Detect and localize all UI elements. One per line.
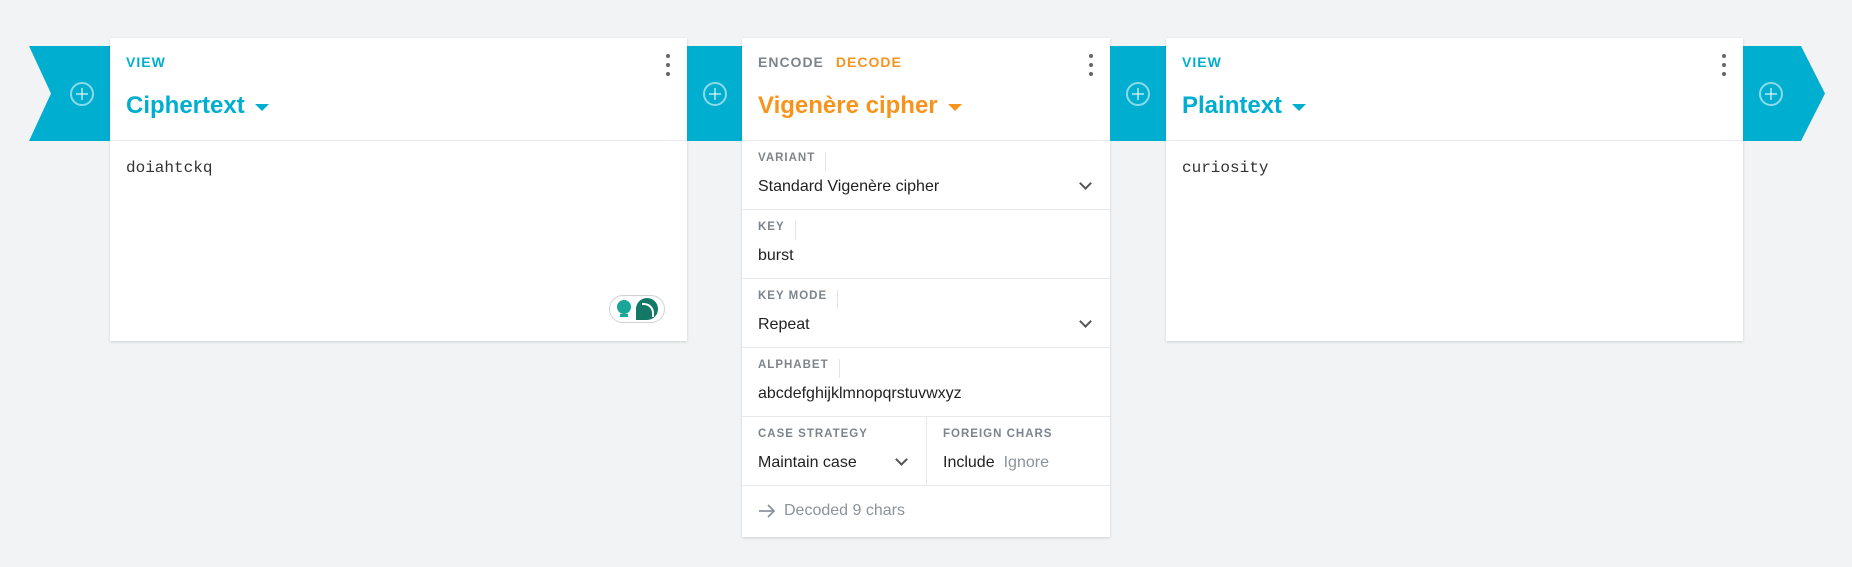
- variant-value: Standard Vigenère cipher: [758, 178, 940, 195]
- card-title: Vigenère cipher: [758, 92, 938, 119]
- alphabet-value[interactable]: abcdefghijklmnopqrstuvwxyz: [758, 385, 962, 403]
- card-label: VIEW: [1182, 54, 1222, 70]
- chevron-down-icon: [1079, 177, 1092, 190]
- key-mode-label: KEY MODE: [758, 290, 839, 309]
- caret-down-icon: [1292, 104, 1307, 111]
- add-operation-button-1[interactable]: [702, 81, 727, 106]
- plaintext-card-header: VIEW Plaintext: [1166, 38, 1743, 141]
- plaintext-card: VIEW Plaintext curiosity: [1166, 38, 1743, 341]
- chat-bubble-icon: [636, 298, 658, 320]
- ciphertext-content[interactable]: doiahtckq: [110, 141, 687, 195]
- cipher-card-header: ENCODE DECODE Vigenère cipher: [742, 38, 1110, 141]
- foreign-chars-ignore[interactable]: Ignore: [1004, 454, 1049, 472]
- key-label: KEY: [758, 221, 796, 240]
- lightbulb-icon: [616, 300, 632, 318]
- case-strategy-label: CASE STRATEGY: [758, 428, 868, 440]
- card-label: VIEW: [126, 54, 166, 70]
- key-mode-value: Repeat: [758, 316, 810, 333]
- foreign-chars-toggle: FOREIGN CHARS Include Ignore: [927, 417, 1110, 485]
- case-strategy-select[interactable]: CASE STRATEGY Maintain case: [742, 417, 927, 485]
- chevron-down-icon: [1079, 315, 1092, 328]
- card-title: Ciphertext: [126, 92, 245, 119]
- foreign-chars-include[interactable]: Include: [943, 454, 995, 472]
- tab-encode[interactable]: ENCODE: [758, 54, 824, 70]
- brand-badge[interactable]: [609, 295, 665, 323]
- key-mode-select[interactable]: KEY MODE Repeat: [742, 279, 1110, 348]
- connector-right: [1743, 46, 1825, 141]
- caret-down-icon: [947, 104, 962, 111]
- variant-select[interactable]: VARIANT Standard Vigenère cipher: [742, 141, 1110, 210]
- connector-2: [1110, 46, 1166, 141]
- card-title: Plaintext: [1182, 92, 1283, 119]
- add-operation-button-left[interactable]: [70, 82, 94, 106]
- case-foreign-row: CASE STRATEGY Maintain case FOREIGN CHAR…: [742, 417, 1110, 486]
- cipher-card: ENCODE DECODE Vigenère cipher VARIANT St…: [742, 38, 1110, 537]
- alphabet-field[interactable]: ALPHABET abcdefghijklmnopqrstuvwxyz: [742, 348, 1110, 417]
- ciphertext-card: VIEW Ciphertext doiahtckq: [110, 38, 687, 341]
- connector-1: [687, 46, 742, 141]
- case-strategy-value: Maintain case: [758, 454, 857, 471]
- key-value[interactable]: burst: [758, 247, 794, 265]
- cipher-title-dropdown[interactable]: Vigenère cipher: [758, 92, 962, 120]
- ciphertext-title-dropdown[interactable]: Ciphertext: [126, 92, 269, 120]
- arrow-right-icon: [759, 504, 776, 518]
- variant-label: VARIANT: [758, 152, 827, 171]
- more-vertical-icon[interactable]: [1719, 54, 1729, 76]
- more-vertical-icon[interactable]: [1086, 54, 1096, 76]
- more-vertical-icon[interactable]: [663, 54, 673, 76]
- key-field[interactable]: KEY burst: [742, 210, 1110, 279]
- plaintext-content[interactable]: curiosity: [1166, 141, 1743, 195]
- foreign-chars-label: FOREIGN CHARS: [943, 428, 1053, 440]
- status-row: Decoded 9 chars: [742, 486, 1110, 536]
- add-operation-button-2[interactable]: [1126, 81, 1150, 106]
- chevron-down-icon: [895, 453, 908, 466]
- status-text: Decoded 9 chars: [784, 502, 905, 519]
- add-operation-button-right[interactable]: [1759, 82, 1783, 106]
- plaintext-title-dropdown[interactable]: Plaintext: [1182, 92, 1307, 120]
- alphabet-label: ALPHABET: [758, 359, 840, 378]
- ciphertext-card-header: VIEW Ciphertext: [110, 38, 687, 141]
- caret-down-icon: [254, 104, 269, 111]
- tab-decode[interactable]: DECODE: [836, 54, 902, 70]
